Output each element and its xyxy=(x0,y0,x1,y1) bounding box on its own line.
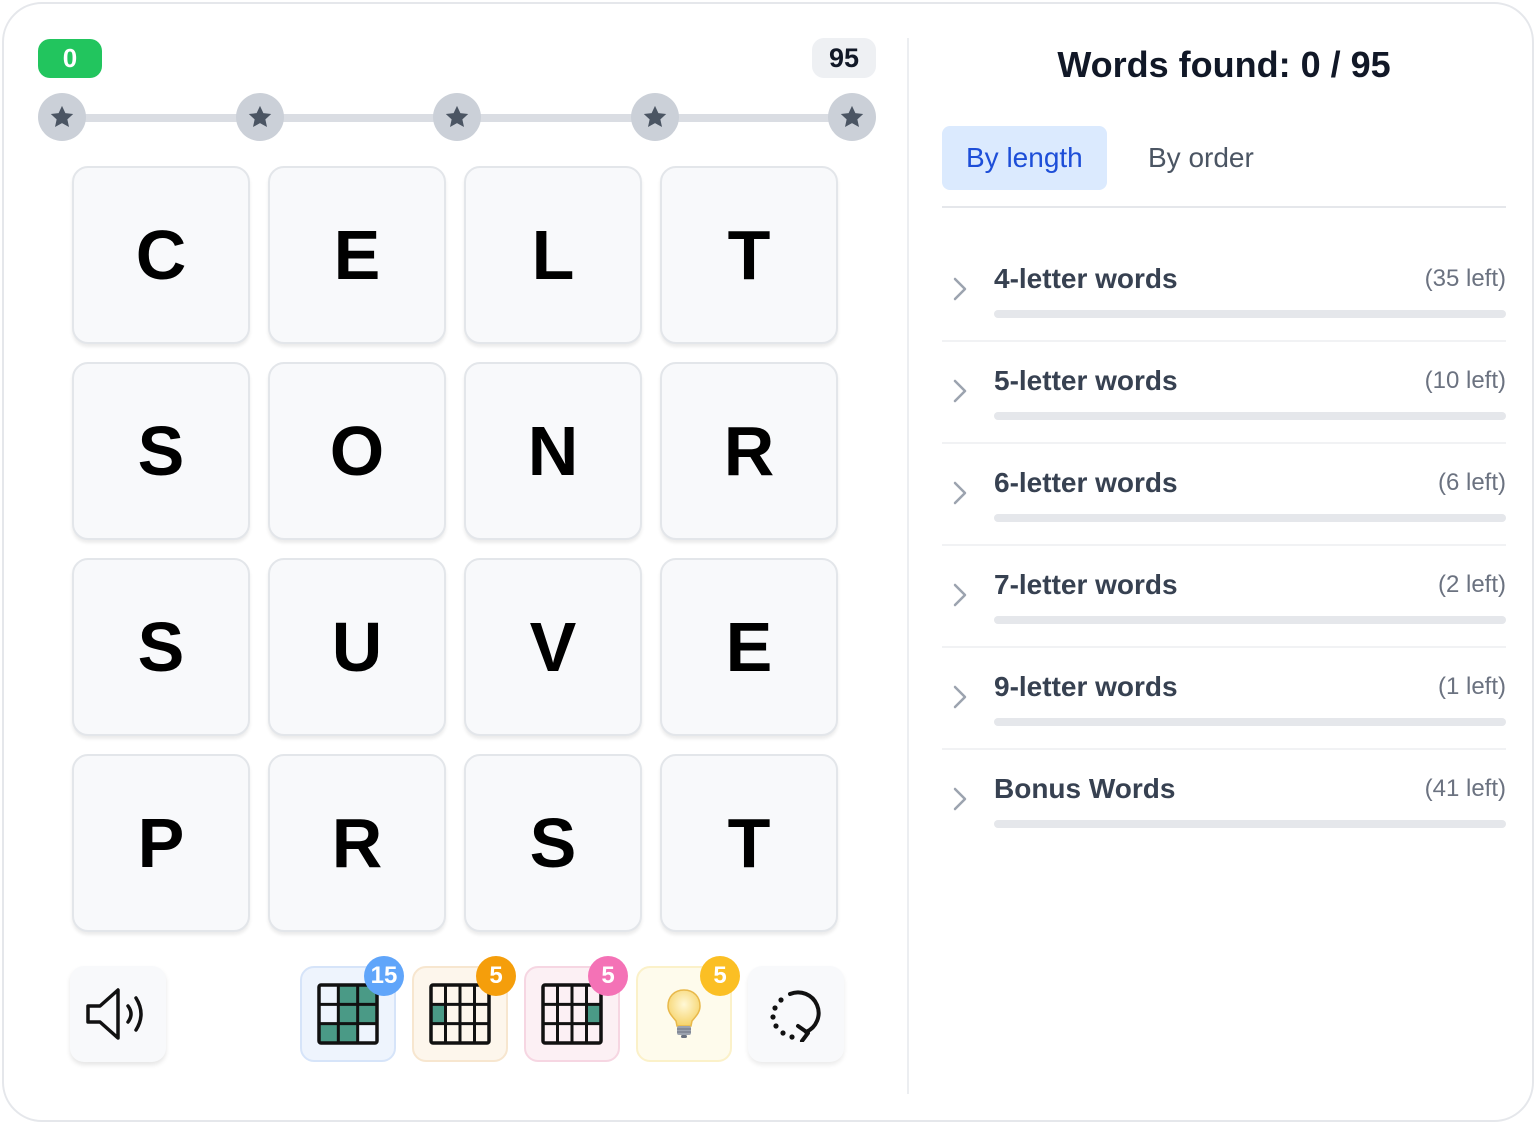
reset-button[interactable] xyxy=(748,966,844,1062)
count-badge: 5 xyxy=(476,956,516,996)
word-group-label: 4-letter words xyxy=(994,263,1178,294)
reveal-grid-button-3[interactable]: 5 xyxy=(524,956,628,1062)
group-progress-bar xyxy=(994,820,1506,828)
word-group-row[interactable]: 4-letter words (35 left) xyxy=(942,240,1506,342)
chevron-right-icon xyxy=(953,379,967,403)
word-group-row[interactable]: 6-letter words (6 left) xyxy=(942,444,1506,546)
letter-tile[interactable]: N xyxy=(464,362,642,540)
letter-tile[interactable]: S xyxy=(464,754,642,932)
letter-tile[interactable]: U xyxy=(268,558,446,736)
words-found-title: Words found: 0 / 95 xyxy=(1057,44,1391,85)
milestone-star-1 xyxy=(38,93,86,141)
milestone-star-3 xyxy=(433,93,481,141)
chevron-right-icon xyxy=(953,583,967,607)
letter-tile[interactable]: C xyxy=(72,166,250,344)
letter-tile[interactable]: R xyxy=(660,362,838,540)
milestone-star-2 xyxy=(236,93,284,141)
group-progress-bar xyxy=(994,310,1506,318)
reset-icon xyxy=(770,990,821,1042)
reveal-grid-button-2[interactable]: 5 xyxy=(412,956,516,1062)
lightbulb-icon xyxy=(667,989,701,1038)
letter-tile[interactable]: T xyxy=(660,754,838,932)
words-left-count: (35 left) xyxy=(1424,265,1506,292)
star-icon xyxy=(840,105,864,128)
milestone-star-4 xyxy=(631,93,679,141)
letter-tile[interactable]: T xyxy=(660,166,838,344)
word-group-label: 6-letter words xyxy=(994,467,1178,498)
star-icon xyxy=(643,105,667,128)
group-progress-bar xyxy=(994,616,1506,624)
letter-tile[interactable]: R xyxy=(268,754,446,932)
letter-tile[interactable]: O xyxy=(268,362,446,540)
tab-by-order[interactable]: By order xyxy=(1124,126,1278,190)
chevron-right-icon xyxy=(953,277,967,301)
sound-button[interactable] xyxy=(70,966,166,1062)
word-group-row[interactable]: 5-letter words (10 left) xyxy=(942,342,1506,444)
words-left-count: (41 left) xyxy=(1424,775,1506,802)
hint-button[interactable]: 5 xyxy=(636,956,740,1062)
letter-tile[interactable]: P xyxy=(72,754,250,932)
letter-tile[interactable]: V xyxy=(464,558,642,736)
word-group-label: 9-letter words xyxy=(994,671,1178,702)
word-group-label: Bonus Words xyxy=(994,773,1176,804)
letter-tile[interactable]: S xyxy=(72,362,250,540)
letter-tile[interactable]: L xyxy=(464,166,642,344)
star-icon xyxy=(248,105,272,128)
letter-tile[interactable]: E xyxy=(268,166,446,344)
word-group-row[interactable]: 7-letter words (2 left) xyxy=(942,546,1506,648)
count-badge: 5 xyxy=(700,956,740,996)
group-progress-bar xyxy=(994,718,1506,726)
tab-by-length[interactable]: By length xyxy=(942,126,1107,190)
milestone-star-5 xyxy=(828,93,876,141)
word-group-row[interactable]: 9-letter words (1 left) xyxy=(942,648,1506,750)
words-left-count: (6 left) xyxy=(1437,469,1506,496)
words-left-count: (1 left) xyxy=(1437,673,1506,700)
chevron-right-icon xyxy=(953,685,967,709)
count-badge: 5 xyxy=(588,956,628,996)
speaker-icon xyxy=(86,988,143,1040)
count-badge: 15 xyxy=(364,956,404,996)
word-group-label: 7-letter words xyxy=(994,569,1178,600)
group-progress-bar xyxy=(994,412,1506,420)
words-left-count: (2 left) xyxy=(1437,571,1506,598)
reveal-grid-button-1[interactable]: 15 xyxy=(300,956,404,1062)
game-container: 0 95 CELTSONRSUVEPRST 15 5 5 5 Words fou… xyxy=(2,2,1534,1122)
star-icon xyxy=(50,105,74,128)
score-start-badge: 0 xyxy=(38,39,102,78)
letter-tile[interactable]: E xyxy=(660,558,838,736)
group-progress-bar xyxy=(994,514,1506,522)
letter-tile[interactable]: S xyxy=(72,558,250,736)
column-divider xyxy=(907,38,909,1094)
words-left-count: (10 left) xyxy=(1424,367,1506,394)
word-group-row[interactable]: Bonus Words (41 left) xyxy=(942,750,1506,850)
chevron-right-icon xyxy=(953,481,967,505)
score-max-badge: 95 xyxy=(812,38,876,78)
chevron-right-icon xyxy=(953,787,967,811)
word-group-label: 5-letter words xyxy=(994,365,1178,396)
tabs-underline xyxy=(942,206,1506,208)
star-icon xyxy=(445,105,469,128)
